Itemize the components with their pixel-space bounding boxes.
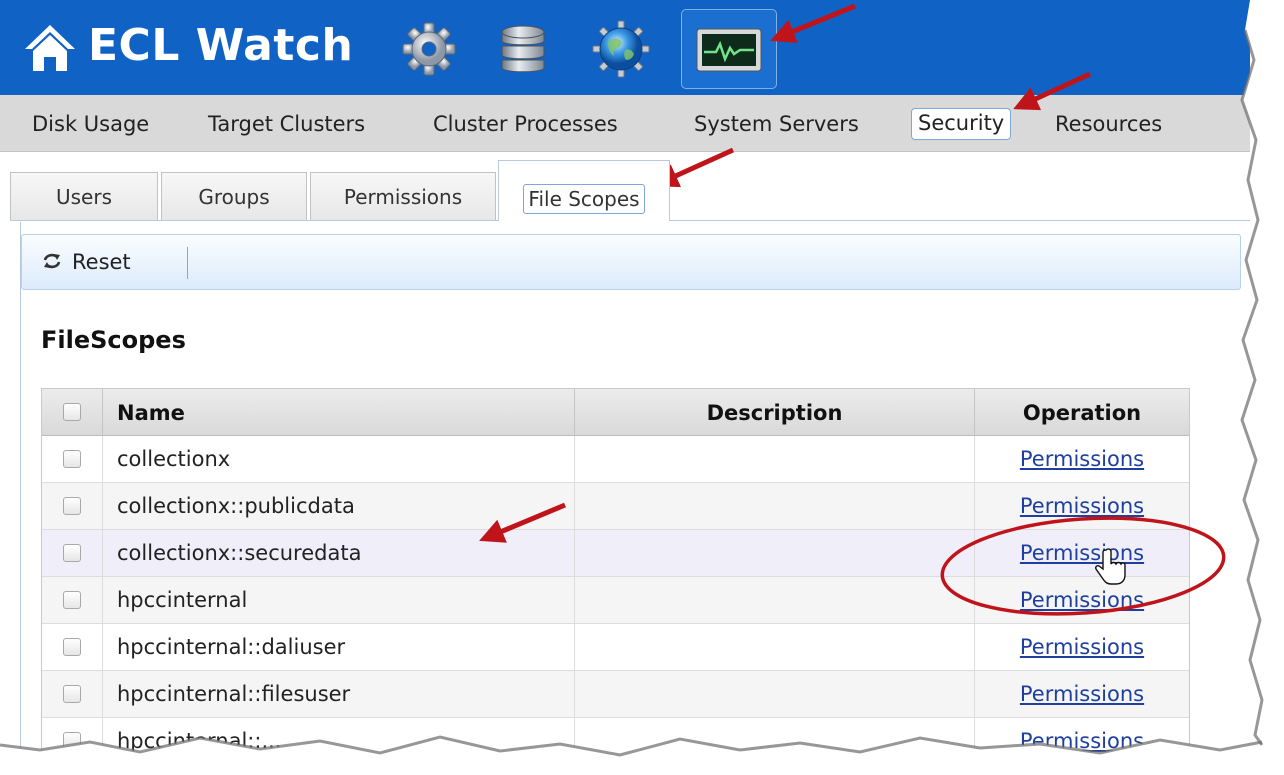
row-checkbox[interactable] bbox=[63, 450, 81, 468]
tab-permissions-label: Permissions bbox=[343, 185, 463, 209]
reset-label: Reset bbox=[72, 250, 131, 274]
row-name: collectionx::securedata bbox=[117, 541, 362, 565]
tab-permissions[interactable]: Permissions bbox=[310, 172, 496, 220]
globe-icon[interactable] bbox=[592, 20, 650, 78]
row-name-cell: hpccinternal::daliuser bbox=[103, 624, 575, 670]
permissions-link[interactable]: Permissions bbox=[975, 483, 1189, 529]
row-operation-cell: Permissions bbox=[975, 577, 1189, 623]
column-description-header[interactable]: Description bbox=[575, 389, 975, 435]
row-check-cell bbox=[42, 483, 103, 529]
row-description-cell bbox=[575, 483, 975, 529]
column-name-label: Name bbox=[117, 401, 185, 425]
column-description-label: Description bbox=[706, 401, 843, 425]
table-row[interactable]: hpccinternal Permissions bbox=[42, 577, 1189, 624]
column-operation-label: Operation bbox=[1022, 401, 1142, 425]
security-tabs: Users Groups Permissions File Scopes bbox=[10, 160, 1260, 222]
nav-system-servers[interactable]: System Servers bbox=[694, 109, 859, 139]
permissions-link[interactable]: Permissions bbox=[975, 530, 1189, 576]
tab-file-scopes-label: File Scopes bbox=[523, 184, 645, 214]
row-name-cell: collectionx::publicdata bbox=[103, 483, 575, 529]
row-name-cell: hpccinternal bbox=[103, 577, 575, 623]
row-name: hpccinternal::filesuser bbox=[117, 682, 351, 706]
row-description-cell bbox=[575, 718, 975, 764]
select-all-checkbox[interactable] bbox=[63, 403, 81, 421]
permissions-link[interactable]: Permissions bbox=[975, 577, 1189, 623]
table-row[interactable]: hpccinternal::... Permissions bbox=[42, 718, 1189, 765]
tab-users[interactable]: Users bbox=[10, 172, 158, 220]
tab-users-label: Users bbox=[55, 185, 112, 209]
nav-cluster-processes[interactable]: Cluster Processes bbox=[433, 109, 618, 139]
row-name: collectionx bbox=[117, 447, 231, 471]
row-checkbox[interactable] bbox=[63, 732, 81, 750]
database-icon[interactable] bbox=[494, 20, 552, 78]
toolbar-separator bbox=[187, 247, 188, 279]
toolbar: Reset bbox=[21, 234, 1241, 290]
column-name-header[interactable]: Name bbox=[103, 389, 575, 435]
row-check-cell bbox=[42, 718, 103, 764]
row-name: collectionx::publicdata bbox=[117, 494, 355, 518]
nav-security[interactable]: Security bbox=[911, 108, 1012, 140]
permissions-link[interactable]: Permissions bbox=[975, 624, 1189, 670]
table-row[interactable]: collectionx::securedata Permissions bbox=[42, 530, 1189, 577]
monitor-icon bbox=[696, 28, 762, 72]
row-check-cell bbox=[42, 530, 103, 576]
row-description-cell bbox=[575, 436, 975, 482]
main-nav: Disk Usage Target Clusters Cluster Proce… bbox=[0, 95, 1250, 152]
row-operation-cell: Permissions bbox=[975, 530, 1189, 576]
row-operation-cell: Permissions bbox=[975, 436, 1189, 482]
permissions-link[interactable]: Permissions bbox=[975, 671, 1189, 717]
row-check-cell bbox=[42, 577, 103, 623]
row-operation-cell: Permissions bbox=[975, 483, 1189, 529]
table-row[interactable]: collectionx::publicdata Permissions bbox=[42, 483, 1189, 530]
column-operation-header[interactable]: Operation bbox=[975, 389, 1189, 435]
row-name-cell: collectionx bbox=[103, 436, 575, 482]
row-name-cell: hpccinternal::... bbox=[103, 718, 575, 764]
row-name-cell: collectionx::securedata bbox=[103, 530, 575, 576]
row-checkbox[interactable] bbox=[63, 591, 81, 609]
row-name: hpccinternal::daliuser bbox=[117, 635, 346, 659]
row-checkbox[interactable] bbox=[63, 497, 81, 515]
gear-icon[interactable] bbox=[400, 20, 458, 78]
row-operation-cell: Permissions bbox=[975, 624, 1189, 670]
row-description-cell bbox=[575, 671, 975, 717]
row-description-cell bbox=[575, 530, 975, 576]
row-name-cell: hpccinternal::filesuser bbox=[103, 671, 575, 717]
row-operation-cell: Permissions bbox=[975, 718, 1189, 764]
table-row[interactable]: collectionx Permissions bbox=[42, 436, 1189, 483]
header-check-cell bbox=[42, 389, 103, 435]
tab-file-scopes[interactable]: File Scopes bbox=[498, 160, 670, 221]
app-header: ECL Watch bbox=[0, 0, 1250, 95]
nav-target-clusters[interactable]: Target Clusters bbox=[208, 109, 365, 139]
monitoring-button[interactable] bbox=[681, 9, 777, 89]
row-name: hpccinternal bbox=[117, 588, 248, 612]
app-title[interactable]: ECL Watch bbox=[88, 18, 353, 74]
table-row[interactable]: hpccinternal::filesuser Permissions bbox=[42, 671, 1189, 718]
row-check-cell bbox=[42, 436, 103, 482]
row-check-cell bbox=[42, 671, 103, 717]
nav-disk-usage[interactable]: Disk Usage bbox=[32, 109, 149, 139]
section-title: FileScopes bbox=[41, 326, 186, 354]
nav-resources[interactable]: Resources bbox=[1055, 109, 1162, 139]
row-checkbox[interactable] bbox=[63, 685, 81, 703]
row-operation-cell: Permissions bbox=[975, 671, 1189, 717]
permissions-link[interactable]: Permissions bbox=[975, 718, 1189, 764]
tab-groups-label: Groups bbox=[198, 185, 270, 209]
home-icon[interactable] bbox=[22, 22, 78, 74]
table-row[interactable]: hpccinternal::daliuser Permissions bbox=[42, 624, 1189, 671]
file-scopes-panel: Reset FileScopes Name Description Operat… bbox=[20, 222, 1261, 775]
reset-button[interactable]: Reset bbox=[42, 248, 131, 276]
refresh-icon bbox=[43, 253, 61, 269]
row-checkbox[interactable] bbox=[63, 544, 81, 562]
row-name: hpccinternal::... bbox=[117, 729, 282, 753]
row-description-cell bbox=[575, 624, 975, 670]
row-description-cell bbox=[575, 577, 975, 623]
permissions-link[interactable]: Permissions bbox=[975, 436, 1189, 482]
tab-groups[interactable]: Groups bbox=[161, 172, 307, 220]
row-checkbox[interactable] bbox=[63, 638, 81, 656]
row-check-cell bbox=[42, 624, 103, 670]
file-scopes-grid: Name Description Operation collectionx P… bbox=[41, 388, 1190, 765]
grid-header: Name Description Operation bbox=[42, 388, 1189, 436]
